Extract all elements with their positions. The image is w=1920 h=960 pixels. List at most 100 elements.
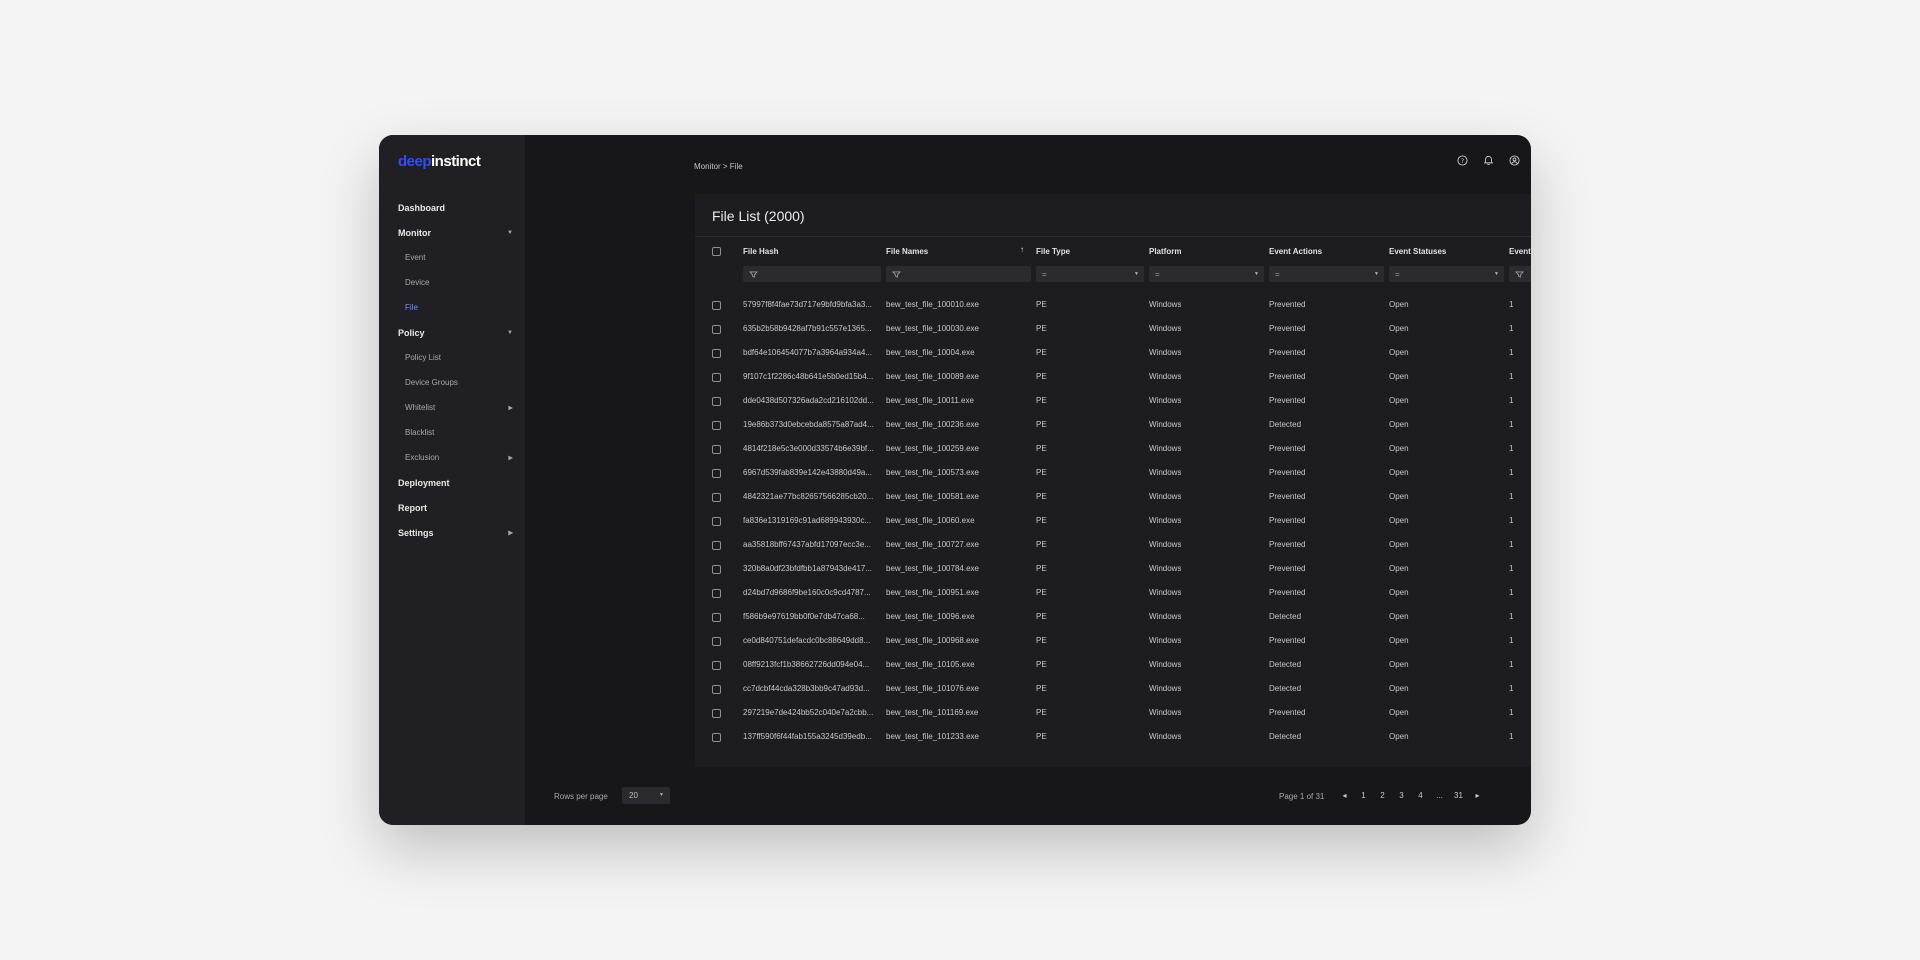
row-checkbox[interactable] xyxy=(712,637,721,646)
sidebar-item-deployment[interactable]: Deployment xyxy=(379,470,525,495)
events-count-cell: 1 xyxy=(1509,636,1514,645)
row-checkbox[interactable] xyxy=(712,661,721,670)
sidebar-item-whitelist[interactable]: Whitelist ▶ xyxy=(379,395,525,420)
platform-cell: Windows xyxy=(1149,468,1182,477)
row-checkbox[interactable] xyxy=(712,589,721,598)
table-row[interactable]: f586b9e97619bb0f0e7db47ca68... bew_test_f… xyxy=(695,607,1531,631)
sidebar-item-settings[interactable]: Settings ▶ xyxy=(379,520,525,545)
page-button[interactable]: 2 xyxy=(1373,791,1392,800)
table-row[interactable]: 19e86b373d0ebcebda8575a87ad4... bew_test_… xyxy=(695,415,1531,439)
table-row[interactable]: ce0d840751defacdc0bc88649dd8... bew_test_… xyxy=(695,631,1531,655)
row-checkbox[interactable] xyxy=(712,349,721,358)
prev-page-button[interactable]: ◂ xyxy=(1335,791,1354,800)
sidebar-item-event[interactable]: Event xyxy=(379,245,525,270)
rows-per-page-select[interactable]: 20 ▼ xyxy=(622,787,670,804)
sidebar-item-file[interactable]: File xyxy=(379,295,525,320)
sidebar-item-policy-list[interactable]: Policy List xyxy=(379,345,525,370)
file-type-cell: PE xyxy=(1036,396,1047,405)
events-count-cell: 1 xyxy=(1509,684,1514,693)
row-checkbox[interactable] xyxy=(712,421,721,430)
filter-icon xyxy=(749,270,758,278)
page-button[interactable]: 3 xyxy=(1392,791,1411,800)
bell-icon[interactable] xyxy=(1481,153,1495,167)
row-checkbox[interactable] xyxy=(712,493,721,502)
row-checkbox[interactable] xyxy=(712,373,721,382)
file-name-cell: bew_test_file_10011.exe xyxy=(886,396,974,405)
file-name-cell: bew_test_file_10096.exe xyxy=(886,612,975,621)
row-checkbox[interactable] xyxy=(712,613,721,622)
file-name-cell: bew_test_file_100259.exe xyxy=(886,444,979,453)
table-row[interactable]: 297219e7de424bb52c040e7a2cbb... bew_test_… xyxy=(695,703,1531,727)
sidebar-item-device[interactable]: Device xyxy=(379,270,525,295)
column-header-event-statuses[interactable]: Event Statuses xyxy=(1389,247,1446,256)
row-checkbox[interactable] xyxy=(712,685,721,694)
file-name-cell: bew_test_file_100951.exe xyxy=(886,588,979,597)
user-circle-icon[interactable] xyxy=(1507,153,1521,167)
column-header-event-actions[interactable]: Event Actions xyxy=(1269,247,1322,256)
table-row[interactable]: 4814f218e5c3e000d33574b6e39bf... bew_test… xyxy=(695,439,1531,463)
row-checkbox[interactable] xyxy=(712,397,721,406)
sidebar-item-policy[interactable]: Policy ▼ xyxy=(379,320,525,345)
file-hash-cell: 297219e7de424bb52c040e7a2cbb... xyxy=(743,708,874,717)
row-checkbox[interactable] xyxy=(712,301,721,310)
row-checkbox[interactable] xyxy=(712,541,721,550)
row-checkbox[interactable] xyxy=(712,565,721,574)
select-all-checkbox[interactable] xyxy=(712,247,721,256)
sidebar-item-exclusion[interactable]: Exclusion ▶ xyxy=(379,445,525,470)
table-row[interactable]: 4842321ae77bc82657566285cb20... bew_test_… xyxy=(695,487,1531,511)
event-action-cell: Prevented xyxy=(1269,468,1306,477)
page-button[interactable]: 4 xyxy=(1411,791,1430,800)
row-checkbox[interactable] xyxy=(712,733,721,742)
page-button[interactable]: 31 xyxy=(1449,791,1468,800)
file-hash-filter[interactable] xyxy=(743,266,881,282)
sort-ascending-icon[interactable]: ↑ xyxy=(1020,245,1024,254)
event-statuses-filter[interactable]: = ▼ xyxy=(1389,266,1504,282)
column-header-events[interactable]: Events xyxy=(1509,247,1531,256)
event-status-cell: Open xyxy=(1389,564,1409,573)
table-row[interactable]: dde0438d507326ada2cd216102dd... bew_test_… xyxy=(695,391,1531,415)
sidebar-item-dashboard[interactable]: Dashboard xyxy=(379,195,525,220)
event-actions-filter[interactable]: = ▼ xyxy=(1269,266,1384,282)
platform-cell: Windows xyxy=(1149,396,1182,405)
table-row[interactable]: bdf64e106454077b7a3964a934a4... bew_test_… xyxy=(695,343,1531,367)
file-type-cell: PE xyxy=(1036,420,1047,429)
column-header-file-hash[interactable]: File Hash xyxy=(743,247,779,256)
brand-logo[interactable]: deepinstinct xyxy=(398,153,481,170)
row-checkbox[interactable] xyxy=(712,709,721,718)
file-hash-cell: bdf64e106454077b7a3964a934a4... xyxy=(743,348,873,357)
help-circle-icon[interactable]: ? xyxy=(1455,153,1469,167)
row-checkbox[interactable] xyxy=(712,445,721,454)
sidebar-item-device-groups[interactable]: Device Groups xyxy=(379,370,525,395)
file-type-filter[interactable]: = ▼ xyxy=(1036,266,1144,282)
row-checkbox[interactable] xyxy=(712,469,721,478)
sidebar-item-blacklist[interactable]: Blacklist xyxy=(379,420,525,445)
column-header-file-type[interactable]: File Type xyxy=(1036,247,1070,256)
sidebar-item-report[interactable]: Report xyxy=(379,495,525,520)
next-page-button[interactable]: ▸ xyxy=(1468,791,1487,800)
table-row[interactable]: 08ff9213fcf1b38662726dd094e04... bew_test… xyxy=(695,655,1531,679)
table-row[interactable]: aa35818bff67437abfd17097ecc3e... bew_test… xyxy=(695,535,1531,559)
row-checkbox[interactable] xyxy=(712,517,721,526)
page-button[interactable]: 1 xyxy=(1354,791,1373,800)
file-hash-cell: 57997f8f4fae73d717e9bfd9bfa3a3... xyxy=(743,300,873,309)
row-checkbox[interactable] xyxy=(712,325,721,334)
table-row[interactable]: d24bd7d9686f9be160c0c9cd4787... bew_test_… xyxy=(695,583,1531,607)
table-row[interactable]: 6967d539fab839e142e43880d49a... bew_test_… xyxy=(695,463,1531,487)
file-names-filter[interactable] xyxy=(886,266,1031,282)
table-row[interactable]: 137ff590f6f44fab155a3245d39edb... bew_tes… xyxy=(695,727,1531,748)
table-row[interactable]: 57997f8f4fae73d717e9bfd9bfa3a3... bew_tes… xyxy=(695,295,1531,319)
chevron-right-icon: ▶ xyxy=(508,530,513,536)
events-filter[interactable] xyxy=(1509,266,1531,282)
platform-filter[interactable]: = ▼ xyxy=(1149,266,1264,282)
table-row[interactable]: 320b8a0df23bfdfbb1a87943de417... bew_test… xyxy=(695,559,1531,583)
sidebar-item-label: Deployment xyxy=(398,477,450,488)
table-row[interactable]: 9f107c1f2286c48b641e5b0ed15b4... bew_test… xyxy=(695,367,1531,391)
sidebar-item-monitor[interactable]: Monitor ▼ xyxy=(379,220,525,245)
events-count-cell: 1 xyxy=(1509,732,1514,741)
column-header-platform[interactable]: Platform xyxy=(1149,247,1181,256)
table-row[interactable]: fa836e1319169c91ad689943930c... bew_test_… xyxy=(695,511,1531,535)
table-row[interactable]: 635b2b58b9428af7b91c557e1365... bew_test_… xyxy=(695,319,1531,343)
column-header-file-names[interactable]: File Names xyxy=(886,247,928,256)
table-row[interactable]: cc7dcbf44cda328b3bb9c47ad93d... bew_test_… xyxy=(695,679,1531,703)
event-status-cell: Open xyxy=(1389,396,1409,405)
